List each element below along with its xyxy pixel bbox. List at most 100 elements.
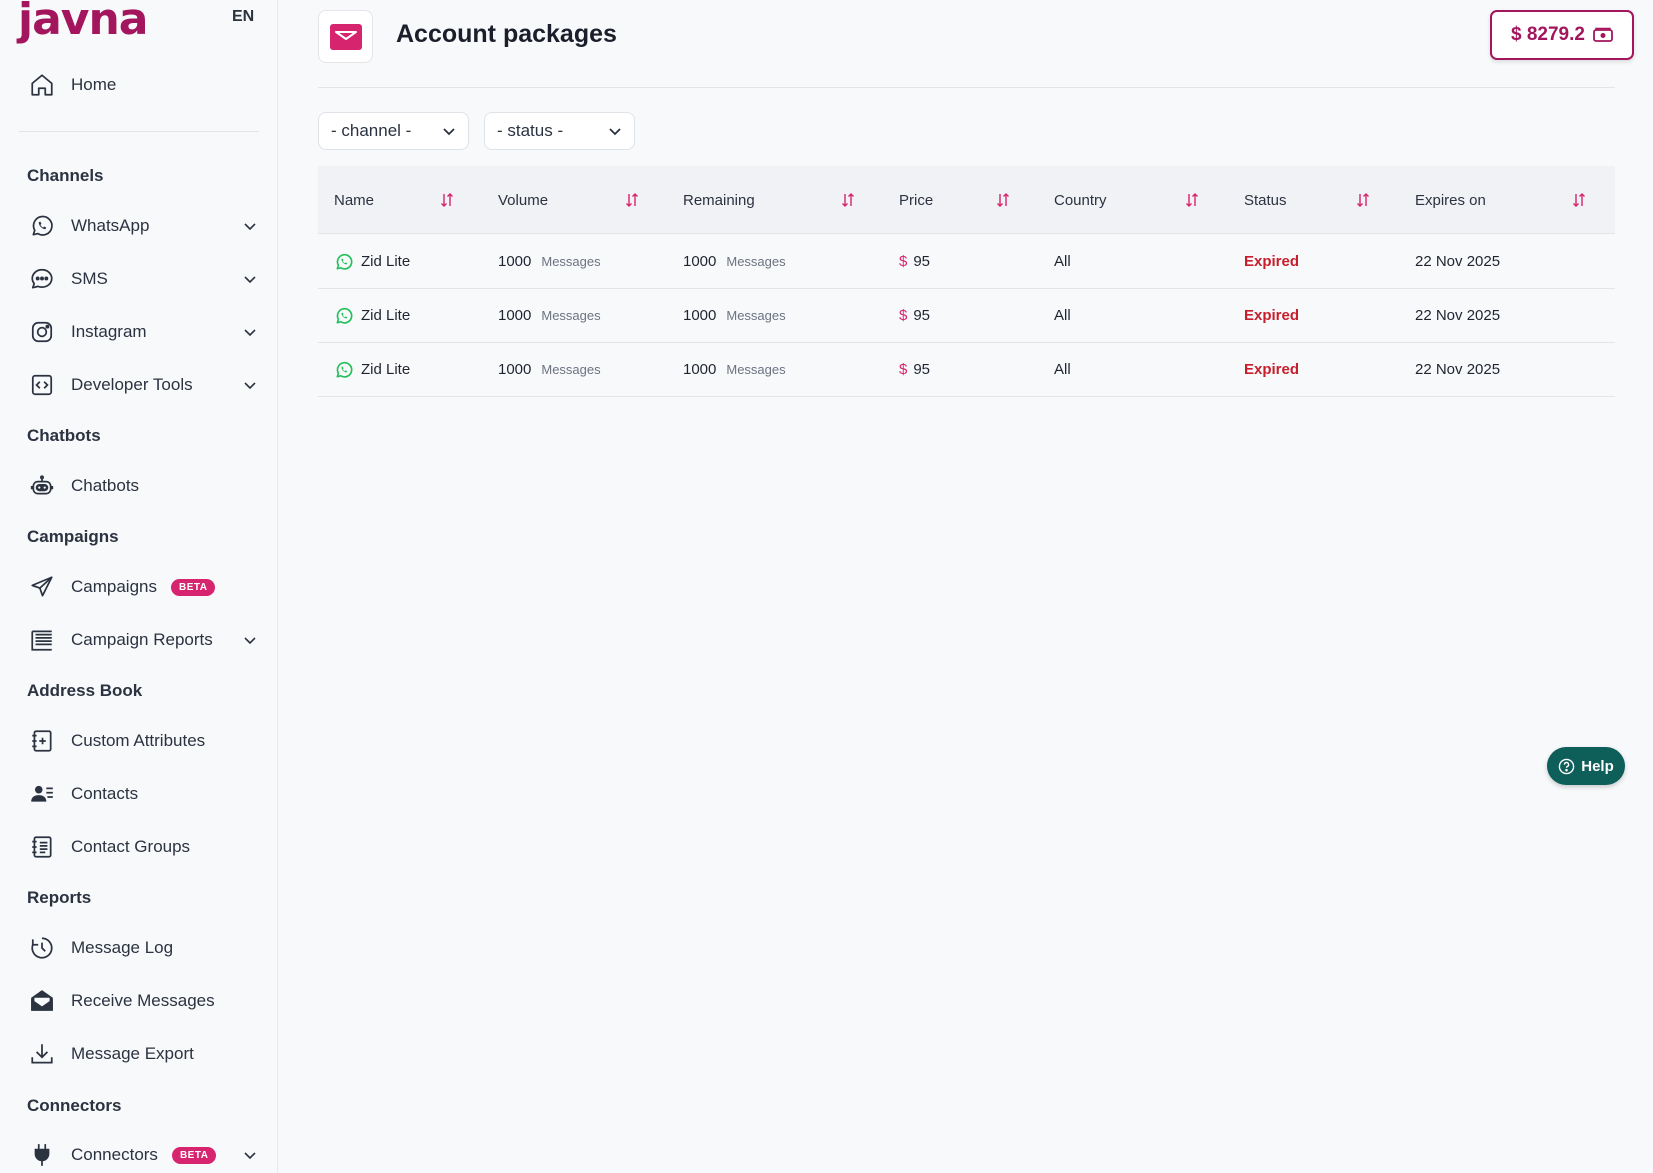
cell-price: $95 xyxy=(899,289,930,342)
sort-icon[interactable] xyxy=(841,192,855,208)
currency-symbol: $ xyxy=(899,361,908,378)
cell-name: Zid Lite xyxy=(334,343,410,396)
cell-price: $95 xyxy=(899,343,930,396)
whatsapp-icon xyxy=(336,307,353,324)
column-header-price[interactable]: Price xyxy=(899,166,933,234)
status-filter-select[interactable]: - status - xyxy=(484,112,635,150)
cell-country: All xyxy=(1054,307,1071,324)
chevron-down-icon[interactable] xyxy=(242,218,258,234)
channel-filter-value: - channel - xyxy=(331,121,412,140)
cell-remaining: 1000 Messages xyxy=(683,235,786,288)
table-row[interactable]: Zid Lite 1000 Messages 1000 Messages $95 A… xyxy=(318,235,1615,289)
remaining-unit: Messages xyxy=(726,362,786,377)
sidebar-item-campaign-reports[interactable]: Campaign Reports xyxy=(28,623,256,657)
column-header-country[interactable]: Country xyxy=(1054,166,1107,234)
sidebar-item-custom-attributes[interactable]: Custom Attributes xyxy=(28,724,250,758)
column-header-name[interactable]: Name xyxy=(334,166,374,234)
chevron-down-icon[interactable] xyxy=(242,324,258,340)
sidebar-item-campaigns[interactable]: Campaigns BETA xyxy=(28,570,250,604)
packages-table: Name Volume Remaining Price Country Stat… xyxy=(318,166,1615,397)
beta-badge: BETA xyxy=(171,1146,217,1164)
sidebar-divider xyxy=(19,131,259,132)
remaining-value: 1000 xyxy=(683,253,717,270)
package-name: Zid Lite xyxy=(361,307,411,324)
chevron-down-icon[interactable] xyxy=(242,1147,258,1163)
instagram-icon xyxy=(28,318,56,346)
column-label: Remaining xyxy=(683,191,755,209)
language-switcher[interactable]: EN xyxy=(232,8,254,26)
sidebar-item-message-log[interactable]: Message Log xyxy=(28,931,250,965)
sidebar-item-label: Contacts xyxy=(71,784,139,803)
table-header: Name Volume Remaining Price Country Stat… xyxy=(318,166,1615,234)
sidebar-item-receive-messages[interactable]: Receive Messages xyxy=(28,984,250,1018)
cell-country: All xyxy=(1054,361,1071,378)
sort-icon[interactable] xyxy=(1185,192,1199,208)
help-button[interactable]: Help xyxy=(1547,747,1625,785)
volume-value: 1000 xyxy=(498,307,532,324)
column-header-volume[interactable]: Volume xyxy=(498,166,548,234)
chevron-down-icon[interactable] xyxy=(242,377,258,393)
paper-plane-icon xyxy=(28,573,56,601)
sidebar-item-instagram[interactable]: Instagram xyxy=(28,315,256,349)
wallet-icon xyxy=(329,23,362,50)
download-icon xyxy=(28,1040,56,1068)
report-list-icon xyxy=(28,626,56,654)
cell-price: $95 xyxy=(899,235,930,288)
beta-badge: BETA xyxy=(171,578,216,596)
package-name: Zid Lite xyxy=(361,253,411,270)
column-header-expires-on[interactable]: Expires on xyxy=(1415,166,1486,234)
currency-symbol: $ xyxy=(899,307,908,324)
sidebar-item-whatsapp[interactable]: WhatsApp xyxy=(28,209,256,243)
channel-filter-select[interactable]: - channel - xyxy=(318,112,469,150)
sidebar-item-home[interactable]: Home xyxy=(28,68,250,102)
sort-icon[interactable] xyxy=(440,192,454,208)
sidebar-item-contacts[interactable]: Contacts xyxy=(28,777,250,811)
chevron-down-icon[interactable] xyxy=(242,632,258,648)
remaining-value: 1000 xyxy=(683,307,717,324)
javna-logo[interactable]: javna xyxy=(18,0,148,45)
table-row[interactable]: Zid Lite 1000 Messages 1000 Messages $95 A… xyxy=(318,343,1615,397)
sidebar-item-developer-tools[interactable]: Developer Tools xyxy=(28,368,256,402)
sidebar-item-label: SMS xyxy=(71,269,108,288)
sidebar-item-label: Custom Attributes xyxy=(71,731,206,750)
column-header-status[interactable]: Status xyxy=(1244,166,1287,234)
sort-icon[interactable] xyxy=(1356,192,1370,208)
contact-groups-icon xyxy=(28,833,56,861)
sidebar-item-label: Developer Tools xyxy=(71,375,193,394)
section-title-address-book: Address Book xyxy=(27,681,143,700)
status-badge: Expired xyxy=(1244,253,1300,270)
sidebar: javna EN Home Channels WhatsApp SMS Inst… xyxy=(0,0,278,1173)
sidebar-item-sms[interactable]: SMS xyxy=(28,262,256,296)
sidebar-item-contact-groups[interactable]: Contact Groups xyxy=(28,830,250,864)
column-header-remaining[interactable]: Remaining xyxy=(683,166,755,234)
balance-button[interactable]: $ 8279.2 xyxy=(1490,10,1634,60)
chevron-down-icon xyxy=(443,128,455,136)
sidebar-item-message-export[interactable]: Message Export xyxy=(28,1037,250,1071)
sort-icon[interactable] xyxy=(1572,192,1586,208)
sidebar-item-label: WhatsApp xyxy=(71,216,150,235)
sidebar-item-connectors[interactable]: Connectors BETA xyxy=(28,1138,256,1172)
remaining-value: 1000 xyxy=(683,361,717,378)
help-label: Help xyxy=(1581,757,1614,775)
question-circle-icon xyxy=(1558,758,1575,774)
sidebar-item-label: Receive Messages xyxy=(71,991,215,1010)
remaining-unit: Messages xyxy=(726,308,786,323)
remaining-unit: Messages xyxy=(726,254,786,269)
price-value: 95 xyxy=(913,253,931,270)
cell-remaining: 1000 Messages xyxy=(683,289,786,342)
cell-name: Zid Lite xyxy=(334,235,410,288)
column-label: Volume xyxy=(498,191,549,209)
code-icon xyxy=(28,371,56,399)
sort-icon[interactable] xyxy=(625,192,639,208)
table-row[interactable]: Zid Lite 1000 Messages 1000 Messages $95 A… xyxy=(318,289,1615,343)
page-title: Account packages xyxy=(396,20,617,48)
sidebar-item-chatbots[interactable]: Chatbots xyxy=(28,469,250,503)
envelope-open-icon xyxy=(28,987,56,1015)
chat-bubble-icon xyxy=(28,265,56,293)
column-label: Status xyxy=(1244,191,1287,209)
section-title-reports: Reports xyxy=(27,888,92,907)
cell-expires-on: 22 Nov 2025 xyxy=(1415,361,1501,378)
whatsapp-icon xyxy=(336,361,353,378)
chevron-down-icon[interactable] xyxy=(242,271,258,287)
sort-icon[interactable] xyxy=(996,192,1010,208)
